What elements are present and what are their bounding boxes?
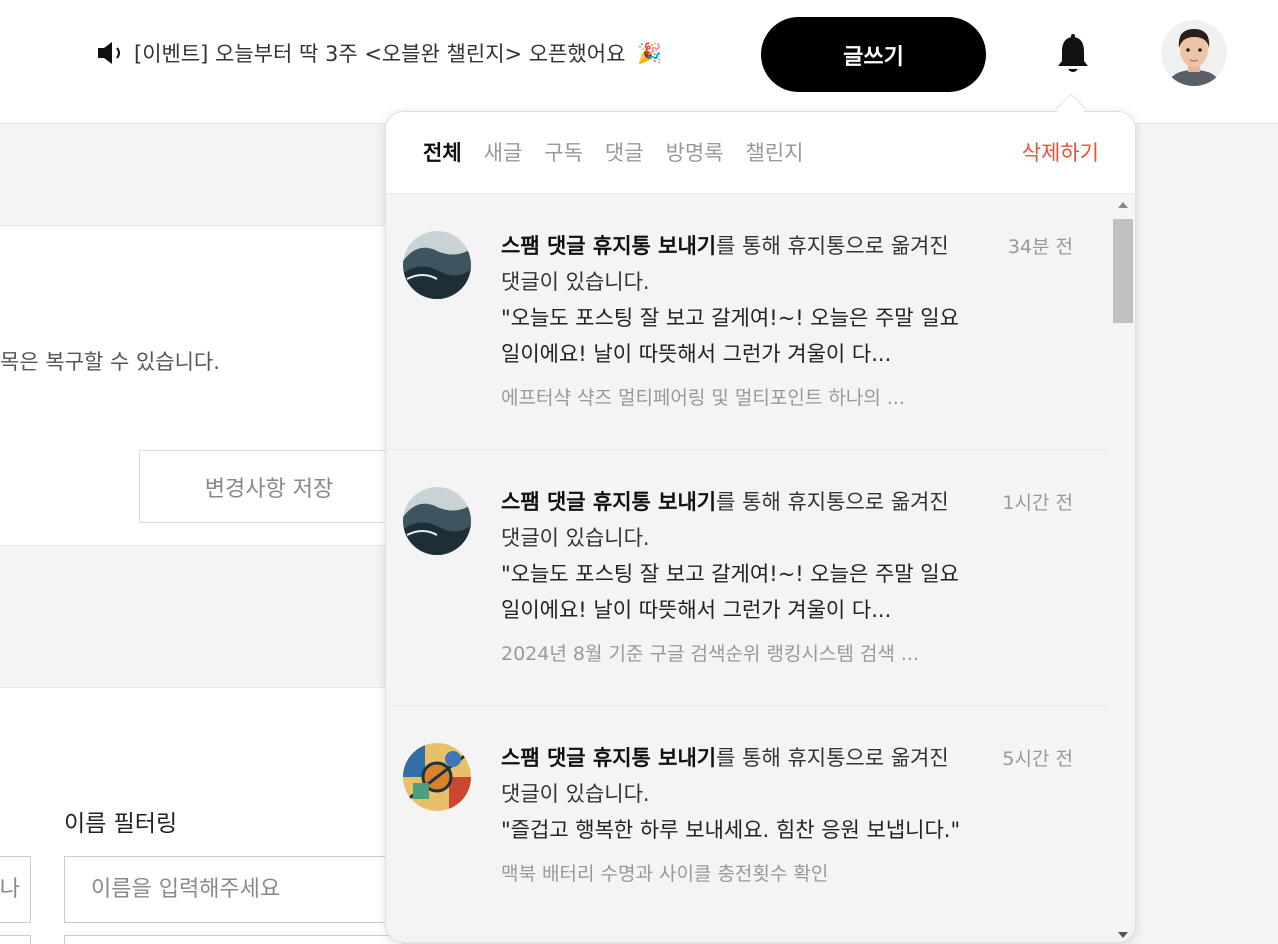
comment-quote: "오늘도 포스팅 잘 보고 갈게여!~! 오늘은 주말 일요일이에요! 날이 따… (501, 562, 959, 622)
notification-body: 스팸 댓글 휴지통 보내기를 통해 휴지통으로 옮겨진 댓글이 있습니다. "오… (501, 228, 966, 416)
notification-time: 5시간 전 (1002, 748, 1073, 770)
scroll-thumb[interactable] (1113, 219, 1133, 323)
description-text: 목은 복구할 수 있습니다. (0, 350, 220, 374)
tab-guestbook[interactable]: 방명록 (666, 137, 724, 167)
content-panel-1 (0, 225, 390, 427)
save-changes-button[interactable]: 변경사항 저장 (139, 450, 399, 523)
name-filter-label: 이름 필터링 (64, 811, 178, 837)
comment-quote: "즐겁고 행복한 하루 보내세요. 힘찬 응원 보냅니다." (501, 818, 961, 842)
scroll-down-arrow-icon[interactable] (1118, 932, 1128, 938)
notification-tabs: 전체 새글 구독 댓글 방명록 챌린지 (423, 137, 804, 167)
left-input-field[interactable]: 나 (0, 856, 31, 923)
speaker-icon (98, 42, 120, 64)
post-source: 에프터샥 샥즈 멀티페어링 및 멀티포인트 하나의 ... (501, 387, 905, 409)
notification-popover: 전체 새글 구독 댓글 방명록 챌린지 삭제하기 스팸 댓글 휴지통 보내기를 … (385, 111, 1136, 943)
write-post-button[interactable]: 글쓰기 (761, 17, 986, 92)
tab-comments[interactable]: 댓글 (605, 137, 644, 167)
tab-subscriptions[interactable]: 구독 (544, 137, 583, 167)
wave-thumbnail-icon (403, 231, 471, 299)
post-source: 맥북 배터리 수명과 사이클 충전횟수 확인 (501, 863, 829, 885)
user-avatar[interactable] (1161, 20, 1227, 86)
notification-scrollbar[interactable] (1113, 200, 1133, 940)
notification-title-bold: 스팸 댓글 휴지통 보내기 (501, 490, 717, 514)
notification-header: 전체 새글 구독 댓글 방명록 챌린지 삭제하기 (386, 112, 1135, 194)
notification-item[interactable]: 스팸 댓글 휴지통 보내기를 통해 휴지통으로 옮겨진 댓글이 있습니다. "오… (386, 194, 1108, 450)
tab-challenge[interactable]: 챌린지 (746, 137, 804, 167)
party-popper-icon: 🎉 (637, 41, 663, 65)
top-header: [이벤트] 오늘부터 딱 3주 <오블완 챌린지> 오픈했어요 🎉 글쓰기 (0, 0, 1278, 124)
notification-title-bold: 스팸 댓글 휴지통 보내기 (501, 746, 717, 770)
next-input-edge[interactable] (64, 935, 404, 944)
tab-all[interactable]: 전체 (423, 137, 462, 167)
comment-quote: "오늘도 포스팅 잘 보고 갈게여!~! 오늘은 주말 일요일이에요! 날이 따… (501, 306, 959, 366)
notification-item[interactable]: 스팸 댓글 휴지통 보내기를 통해 휴지통으로 옮겨진 댓글이 있습니다. "오… (386, 450, 1108, 706)
event-notice[interactable]: [이벤트] 오늘부터 딱 3주 <오블완 챌린지> 오픈했어요 🎉 (96, 38, 662, 68)
notification-body: 스팸 댓글 휴지통 보내기를 통해 휴지통으로 옮겨진 댓글이 있습니다. "즐… (501, 740, 966, 892)
notice-text: [이벤트] 오늘부터 딱 3주 <오블완 챌린지> 오픈했어요 (134, 42, 626, 66)
notification-title-bold: 스팸 댓글 휴지통 보내기 (501, 234, 717, 258)
notification-item[interactable]: 스팸 댓글 휴지통 보내기를 통해 휴지통으로 옮겨진 댓글이 있습니다. "즐… (386, 706, 1108, 942)
notification-body: 스팸 댓글 휴지통 보내기를 통해 휴지통으로 옮겨진 댓글이 있습니다. "오… (501, 484, 966, 672)
bell-icon[interactable] (1054, 33, 1092, 75)
notification-time: 34분 전 (1007, 236, 1073, 258)
post-source: 2024년 8월 기준 구글 검색순위 랭킹시스템 검색 ... (501, 643, 919, 665)
left-input-edge[interactable] (0, 935, 31, 944)
name-filter-input[interactable] (64, 856, 404, 923)
wave-thumbnail-icon (403, 487, 471, 555)
notification-list: 스팸 댓글 휴지통 보내기를 통해 휴지통으로 옮겨진 댓글이 있습니다. "오… (386, 194, 1108, 942)
tab-new-posts[interactable]: 새글 (484, 137, 523, 167)
delete-all-button[interactable]: 삭제하기 (1022, 137, 1099, 167)
abstract-art-thumbnail-icon (403, 743, 471, 811)
scroll-up-arrow-icon[interactable] (1118, 202, 1128, 208)
notification-time: 1시간 전 (1002, 492, 1073, 514)
